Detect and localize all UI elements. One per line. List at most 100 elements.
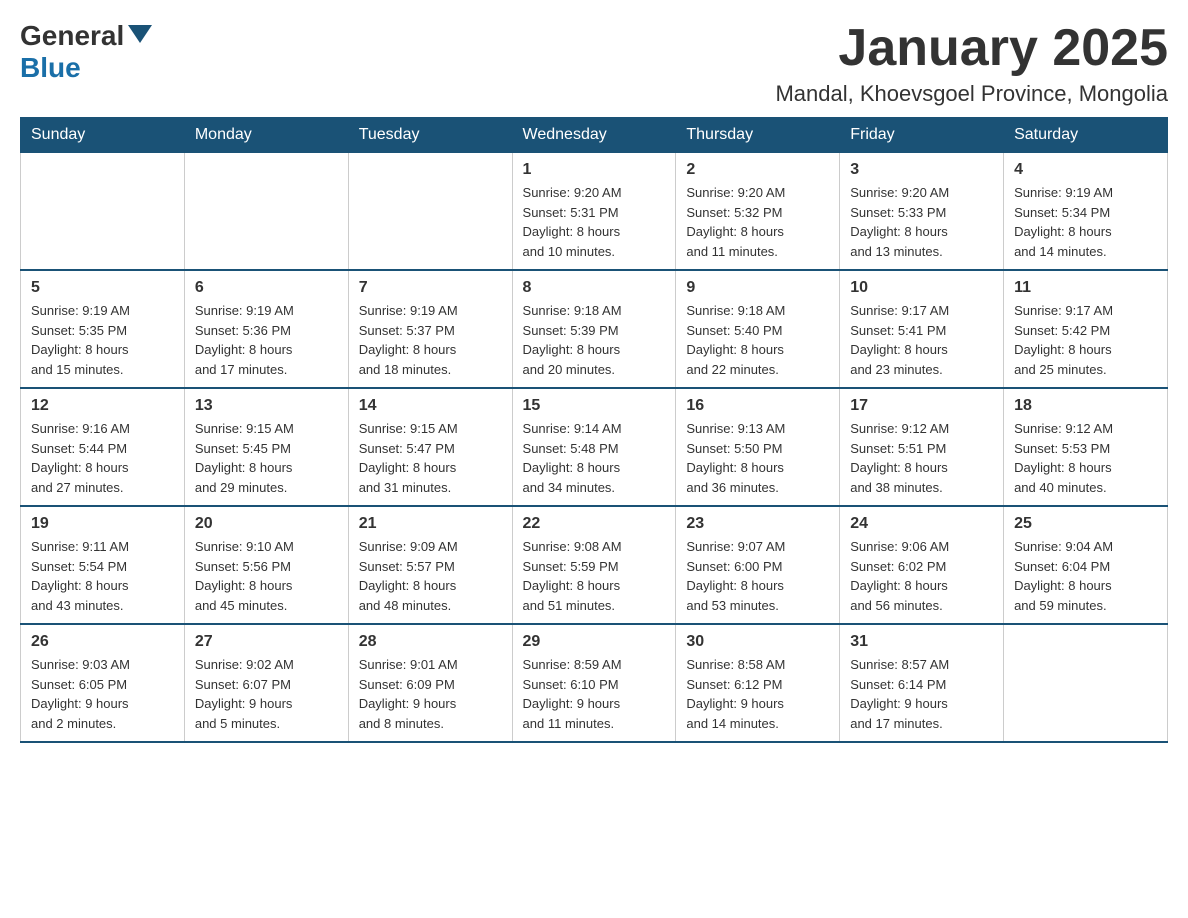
calendar-cell: 21 Sunrise: 9:09 AM Sunset: 5:57 PM Dayli… bbox=[348, 506, 512, 624]
day-info: Sunrise: 9:08 AM Sunset: 5:59 PM Dayligh… bbox=[523, 537, 666, 615]
calendar-week-1: 1 Sunrise: 9:20 AM Sunset: 5:31 PM Daylig… bbox=[21, 153, 1168, 271]
day-info: Sunrise: 8:57 AM Sunset: 6:14 PM Dayligh… bbox=[850, 655, 993, 733]
calendar-cell: 10 Sunrise: 9:17 AM Sunset: 5:41 PM Dayli… bbox=[840, 270, 1004, 388]
day-number: 15 bbox=[523, 397, 666, 415]
calendar-cell: 24 Sunrise: 9:06 AM Sunset: 6:02 PM Dayli… bbox=[840, 506, 1004, 624]
day-info: Sunrise: 9:12 AM Sunset: 5:51 PM Dayligh… bbox=[850, 419, 993, 497]
calendar-table: SundayMondayTuesdayWednesdayThursdayFrid… bbox=[20, 117, 1168, 743]
day-number: 30 bbox=[686, 633, 829, 651]
day-number: 29 bbox=[523, 633, 666, 651]
calendar-cell: 23 Sunrise: 9:07 AM Sunset: 6:00 PM Dayli… bbox=[676, 506, 840, 624]
calendar-cell: 13Sunrise: 9:15 AM Sunset: 5:45 PM Dayli… bbox=[184, 388, 348, 506]
calendar-cell: 6 Sunrise: 9:19 AM Sunset: 5:36 PM Daylig… bbox=[184, 270, 348, 388]
day-number: 13 bbox=[195, 397, 338, 415]
weekday-header-row: SundayMondayTuesdayWednesdayThursdayFrid… bbox=[21, 118, 1168, 153]
calendar-week-5: 26Sunrise: 9:03 AM Sunset: 6:05 PM Dayli… bbox=[21, 624, 1168, 742]
calendar-cell: 27 Sunrise: 9:02 AM Sunset: 6:07 PM Dayli… bbox=[184, 624, 348, 742]
day-number: 23 bbox=[686, 515, 829, 533]
day-number: 2 bbox=[686, 161, 829, 179]
day-info: Sunrise: 8:58 AM Sunset: 6:12 PM Dayligh… bbox=[686, 655, 829, 733]
day-info: Sunrise: 9:03 AM Sunset: 6:05 PM Dayligh… bbox=[31, 655, 174, 733]
day-info: Sunrise: 9:20 AM Sunset: 5:32 PM Dayligh… bbox=[686, 183, 829, 261]
calendar-cell: 30 Sunrise: 8:58 AM Sunset: 6:12 PM Dayli… bbox=[676, 624, 840, 742]
day-info: Sunrise: 9:07 AM Sunset: 6:00 PM Dayligh… bbox=[686, 537, 829, 615]
day-info: Sunrise: 9:01 AM Sunset: 6:09 PM Dayligh… bbox=[359, 655, 502, 733]
day-info: Sunrise: 9:18 AM Sunset: 5:39 PM Dayligh… bbox=[523, 301, 666, 379]
day-number: 28 bbox=[359, 633, 502, 651]
day-info: Sunrise: 9:13 AM Sunset: 5:50 PM Dayligh… bbox=[686, 419, 829, 497]
day-number: 24 bbox=[850, 515, 993, 533]
calendar-cell: 25Sunrise: 9:04 AM Sunset: 6:04 PM Dayli… bbox=[1004, 506, 1168, 624]
logo: General Blue bbox=[20, 20, 152, 84]
page-header: General Blue January 2025 Mandal, Khoevs… bbox=[20, 20, 1168, 107]
calendar-cell: 8 Sunrise: 9:18 AM Sunset: 5:39 PM Daylig… bbox=[512, 270, 676, 388]
weekday-header-friday: Friday bbox=[840, 118, 1004, 153]
calendar-cell: 7 Sunrise: 9:19 AM Sunset: 5:37 PM Daylig… bbox=[348, 270, 512, 388]
calendar-cell: 14 Sunrise: 9:15 AM Sunset: 5:47 PM Dayli… bbox=[348, 388, 512, 506]
calendar-title: January 2025 bbox=[775, 20, 1168, 77]
weekday-header-wednesday: Wednesday bbox=[512, 118, 676, 153]
calendar-cell bbox=[1004, 624, 1168, 742]
calendar-week-4: 19Sunrise: 9:11 AM Sunset: 5:54 PM Dayli… bbox=[21, 506, 1168, 624]
calendar-cell: 15 Sunrise: 9:14 AM Sunset: 5:48 PM Dayli… bbox=[512, 388, 676, 506]
day-info: Sunrise: 9:17 AM Sunset: 5:42 PM Dayligh… bbox=[1014, 301, 1157, 379]
day-info: Sunrise: 9:02 AM Sunset: 6:07 PM Dayligh… bbox=[195, 655, 338, 733]
calendar-cell bbox=[21, 153, 185, 271]
calendar-cell: 17 Sunrise: 9:12 AM Sunset: 5:51 PM Dayli… bbox=[840, 388, 1004, 506]
day-info: Sunrise: 8:59 AM Sunset: 6:10 PM Dayligh… bbox=[523, 655, 666, 733]
weekday-header-sunday: Sunday bbox=[21, 118, 185, 153]
calendar-cell: 3Sunrise: 9:20 AM Sunset: 5:33 PM Daylig… bbox=[840, 153, 1004, 271]
day-number: 3 bbox=[850, 161, 993, 179]
day-number: 9 bbox=[686, 279, 829, 297]
day-info: Sunrise: 9:17 AM Sunset: 5:41 PM Dayligh… bbox=[850, 301, 993, 379]
calendar-cell: 26Sunrise: 9:03 AM Sunset: 6:05 PM Dayli… bbox=[21, 624, 185, 742]
day-number: 27 bbox=[195, 633, 338, 651]
logo-triangle-icon bbox=[128, 25, 152, 43]
day-info: Sunrise: 9:16 AM Sunset: 5:44 PM Dayligh… bbox=[31, 419, 174, 497]
day-info: Sunrise: 9:19 AM Sunset: 5:36 PM Dayligh… bbox=[195, 301, 338, 379]
calendar-cell: 16Sunrise: 9:13 AM Sunset: 5:50 PM Dayli… bbox=[676, 388, 840, 506]
day-info: Sunrise: 9:06 AM Sunset: 6:02 PM Dayligh… bbox=[850, 537, 993, 615]
day-info: Sunrise: 9:19 AM Sunset: 5:37 PM Dayligh… bbox=[359, 301, 502, 379]
day-info: Sunrise: 9:10 AM Sunset: 5:56 PM Dayligh… bbox=[195, 537, 338, 615]
day-number: 1 bbox=[523, 161, 666, 179]
calendar-cell: 20 Sunrise: 9:10 AM Sunset: 5:56 PM Dayli… bbox=[184, 506, 348, 624]
weekday-header-thursday: Thursday bbox=[676, 118, 840, 153]
calendar-cell: 19Sunrise: 9:11 AM Sunset: 5:54 PM Dayli… bbox=[21, 506, 185, 624]
day-info: Sunrise: 9:09 AM Sunset: 5:57 PM Dayligh… bbox=[359, 537, 502, 615]
day-number: 20 bbox=[195, 515, 338, 533]
calendar-week-3: 12Sunrise: 9:16 AM Sunset: 5:44 PM Dayli… bbox=[21, 388, 1168, 506]
day-info: Sunrise: 9:19 AM Sunset: 5:34 PM Dayligh… bbox=[1014, 183, 1157, 261]
calendar-cell: 4 Sunrise: 9:19 AM Sunset: 5:34 PM Daylig… bbox=[1004, 153, 1168, 271]
day-number: 17 bbox=[850, 397, 993, 415]
calendar-cell: 9 Sunrise: 9:18 AM Sunset: 5:40 PM Daylig… bbox=[676, 270, 840, 388]
day-number: 14 bbox=[359, 397, 502, 415]
day-number: 18 bbox=[1014, 397, 1157, 415]
weekday-header-monday: Monday bbox=[184, 118, 348, 153]
calendar-subtitle: Mandal, Khoevsgoel Province, Mongolia bbox=[775, 81, 1168, 107]
day-info: Sunrise: 9:19 AM Sunset: 5:35 PM Dayligh… bbox=[31, 301, 174, 379]
logo-general-text: General bbox=[20, 20, 124, 52]
day-number: 8 bbox=[523, 279, 666, 297]
day-info: Sunrise: 9:18 AM Sunset: 5:40 PM Dayligh… bbox=[686, 301, 829, 379]
day-info: Sunrise: 9:14 AM Sunset: 5:48 PM Dayligh… bbox=[523, 419, 666, 497]
calendar-cell: 29 Sunrise: 8:59 AM Sunset: 6:10 PM Dayli… bbox=[512, 624, 676, 742]
day-number: 4 bbox=[1014, 161, 1157, 179]
calendar-cell: 1 Sunrise: 9:20 AM Sunset: 5:31 PM Daylig… bbox=[512, 153, 676, 271]
day-number: 21 bbox=[359, 515, 502, 533]
day-info: Sunrise: 9:12 AM Sunset: 5:53 PM Dayligh… bbox=[1014, 419, 1157, 497]
calendar-cell bbox=[184, 153, 348, 271]
calendar-cell: 5Sunrise: 9:19 AM Sunset: 5:35 PM Daylig… bbox=[21, 270, 185, 388]
day-number: 19 bbox=[31, 515, 174, 533]
title-block: January 2025 Mandal, Khoevsgoel Province… bbox=[775, 20, 1168, 107]
logo-blue-text: Blue bbox=[20, 52, 81, 84]
day-info: Sunrise: 9:04 AM Sunset: 6:04 PM Dayligh… bbox=[1014, 537, 1157, 615]
calendar-cell: 18 Sunrise: 9:12 AM Sunset: 5:53 PM Dayli… bbox=[1004, 388, 1168, 506]
day-number: 7 bbox=[359, 279, 502, 297]
day-number: 22 bbox=[523, 515, 666, 533]
day-info: Sunrise: 9:20 AM Sunset: 5:31 PM Dayligh… bbox=[523, 183, 666, 261]
day-info: Sunrise: 9:15 AM Sunset: 5:47 PM Dayligh… bbox=[359, 419, 502, 497]
calendar-cell: 2 Sunrise: 9:20 AM Sunset: 5:32 PM Daylig… bbox=[676, 153, 840, 271]
day-number: 6 bbox=[195, 279, 338, 297]
day-number: 10 bbox=[850, 279, 993, 297]
